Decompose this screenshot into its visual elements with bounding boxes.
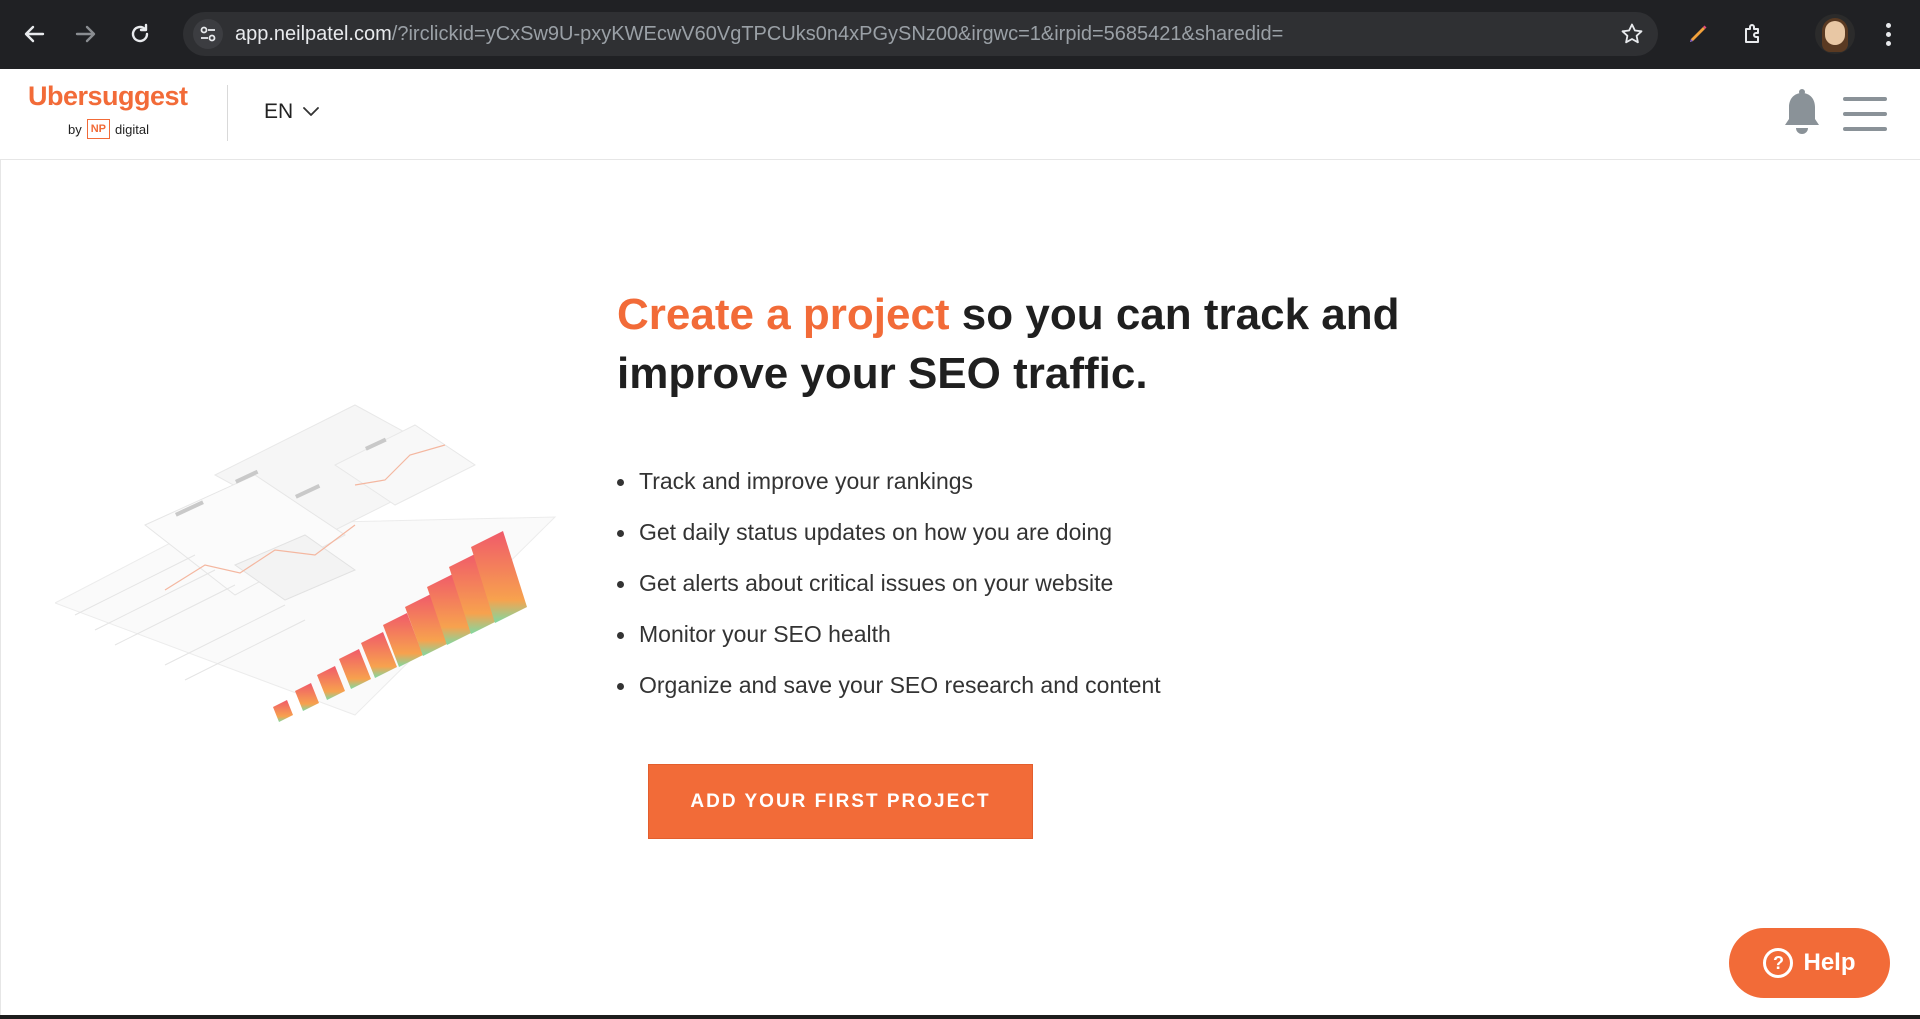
browser-menu-button[interactable]: [1870, 16, 1906, 52]
bookmark-star-icon: [1621, 23, 1643, 44]
language-selector[interactable]: EN: [264, 97, 320, 127]
headline-accent: Create a project: [617, 290, 950, 339]
window-bottom-edge: [0, 1015, 1920, 1019]
question-circle-icon: ?: [1763, 948, 1794, 978]
extensions-button[interactable]: [1735, 16, 1771, 52]
dashboard-illustration: [55, 404, 557, 722]
ubersuggest-logo[interactable]: Ubersuggest by NP digital: [28, 81, 198, 143]
page-left-border: [0, 160, 1, 1019]
forward-arrow-icon: [75, 25, 96, 43]
extension-pen-button[interactable]: [1680, 16, 1716, 52]
help-button[interactable]: ? Help: [1729, 928, 1890, 998]
extensions-puzzle-icon: [1745, 24, 1759, 43]
site-info-button[interactable]: [193, 19, 223, 49]
help-label: Help: [1803, 949, 1856, 976]
benefits-list: Track and improve your rankings Get dail…: [617, 456, 1161, 711]
logo-byline: by NP digital: [68, 119, 149, 139]
url-text[interactable]: app.neilpatel.com/?irclickid=yCxSw9U-pxy…: [235, 12, 1283, 56]
logo-by-text: by: [68, 121, 82, 137]
bell-icon: [1785, 89, 1819, 134]
logo-wordmark: Ubersuggest: [28, 81, 188, 111]
browser-toolbar: app.neilpatel.com/?irclickid=yCxSw9U-pxy…: [0, 0, 1920, 69]
hamburger-menu-button[interactable]: [1843, 97, 1887, 131]
back-button[interactable]: [14, 14, 54, 54]
back-arrow-icon: [24, 25, 45, 43]
logo-digital-text: digital: [115, 121, 149, 137]
language-label: EN: [264, 100, 294, 123]
list-item: Organize and save your SEO research and …: [617, 660, 1161, 711]
list-item: Monitor your SEO health: [617, 609, 1161, 660]
list-item: Get daily status updates on how you are …: [617, 507, 1161, 558]
address-bar[interactable]: app.neilpatel.com/?irclickid=yCxSw9U-pxy…: [183, 12, 1658, 56]
list-item: Track and improve your rankings: [617, 456, 1161, 507]
reload-icon: [131, 23, 149, 43]
np-logo-mark: NP: [86, 119, 111, 139]
page-headline: Create a project so you can track and im…: [617, 285, 1437, 403]
reload-button[interactable]: [120, 14, 160, 54]
forward-button[interactable]: [66, 14, 106, 54]
notifications-button[interactable]: [1782, 89, 1822, 137]
header-divider: [227, 85, 228, 141]
add-first-project-button[interactable]: ADD YOUR FIRST PROJECT: [648, 764, 1033, 839]
profile-avatar[interactable]: [1815, 14, 1855, 54]
site-settings-icon: [200, 26, 216, 42]
url-path: /?irclickid=yCxSw9U-pxyKWEcwV60VgTPCUks0…: [391, 23, 1284, 45]
bookmark-button[interactable]: [1618, 20, 1646, 48]
list-item: Get alerts about critical issues on your…: [617, 558, 1161, 609]
extension-pen-icon: [1690, 25, 1707, 42]
more-vert-icon: [1885, 22, 1891, 28]
chevron-down-icon: [303, 107, 320, 116]
site-header: Ubersuggest by NP digital EN: [0, 69, 1920, 160]
hamburger-icon: [1843, 97, 1887, 101]
url-host: app.neilpatel.com: [235, 23, 392, 45]
